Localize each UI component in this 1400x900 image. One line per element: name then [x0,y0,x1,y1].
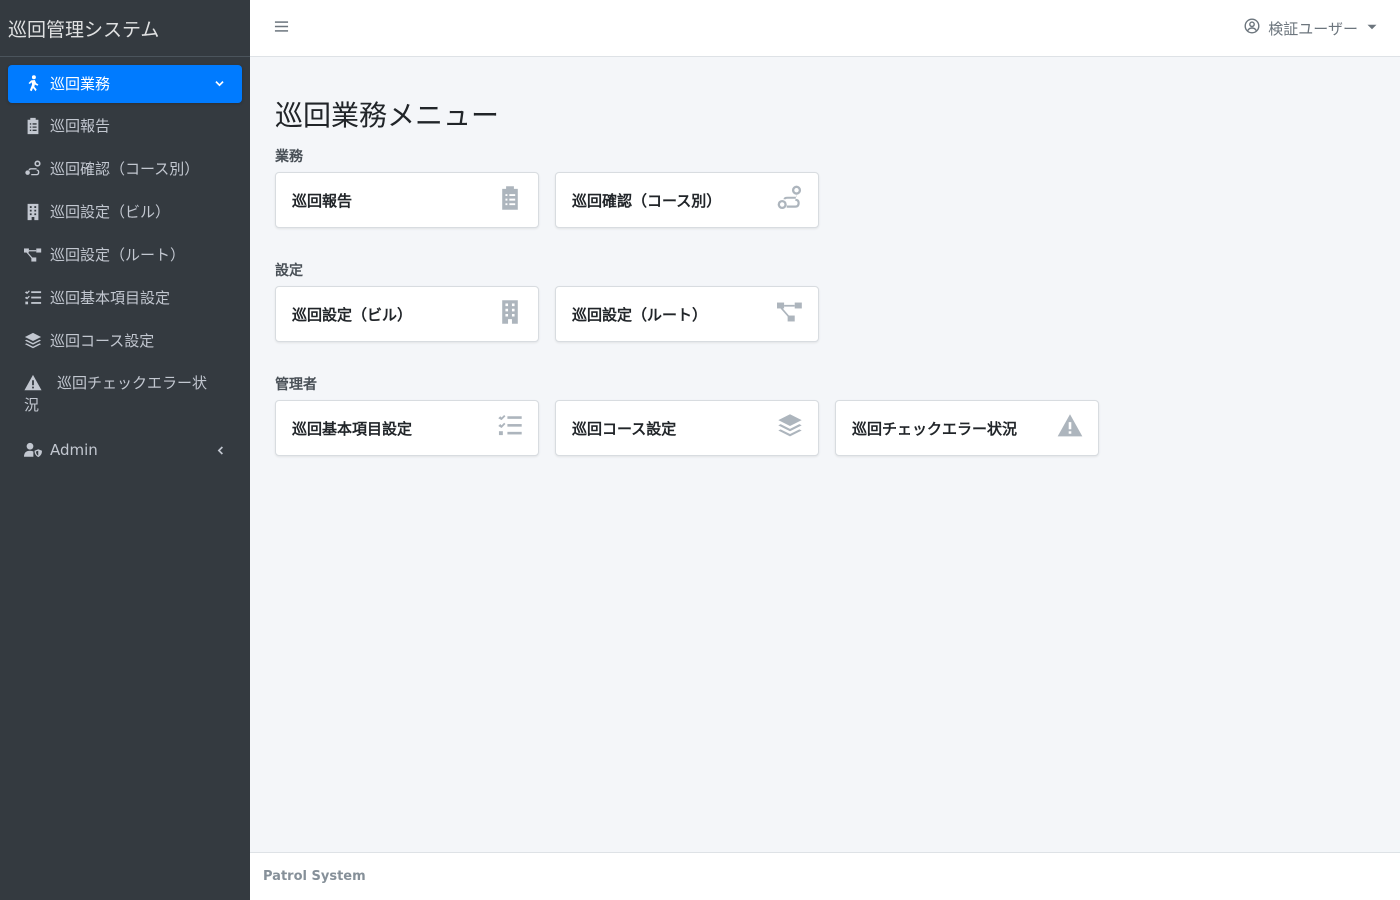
sidebar-item-label: 巡回設定（ビル） [50,203,171,221]
card-label: 巡回設定（ルート） [572,305,708,324]
route-icon [777,185,803,215]
app-title: 巡回管理システム [8,18,160,41]
card-patrol-confirm[interactable]: 巡回確認（コース別） [555,172,819,228]
project-diagram-icon [777,299,803,329]
sidebar-item-label: Admin [50,441,98,459]
sidebar-item-label: 巡回コース設定 [50,332,155,350]
project-diagram-icon [24,244,50,266]
card-patrol-route[interactable]: 巡回設定（ルート） [555,286,819,342]
tasks-icon [497,413,523,443]
warning-icon [24,372,50,394]
sidebar-item-label: 巡回確認（コース別） [50,160,200,178]
sidebar-nav: 巡回業務 巡回報告 巡回確認（コース別） 巡回設定（ビル） 巡回設定（ルート） … [0,57,250,472]
tasks-icon [24,287,50,309]
sidebar-item-patrol-route[interactable]: 巡回設定（ルート） [8,234,242,277]
card-patrol-report[interactable]: 巡回報告 [275,172,539,228]
card-label: 巡回報告 [292,191,353,210]
brand[interactable]: 巡回管理システム [0,0,250,57]
clipboard-list-icon [497,185,523,215]
footer-text: Patrol System [263,869,366,884]
sidebar-item-patrol-course[interactable]: 巡回コース設定 [8,320,242,363]
sidebar-item-patrol-basic[interactable]: 巡回基本項目設定 [8,277,242,320]
user-menu[interactable]: 検証ユーザー [1244,18,1378,39]
user-circle-icon [1244,18,1260,38]
top-navbar: 検証ユーザー [250,0,1400,57]
caret-down-icon [1366,19,1378,37]
clipboard-list-icon [24,115,50,137]
sidebar: 巡回管理システム 巡回業務 巡回報告 巡回確認（コース別） 巡回設定（ビル） 巡… [0,0,250,900]
sidebar-item-patrol-work[interactable]: 巡回業務 [8,65,242,103]
building-icon [24,201,50,223]
card-patrol-error[interactable]: 巡回チェックエラー状況 [835,400,1099,456]
sidebar-item-label: 巡回基本項目設定 [50,289,171,307]
section-title-settings: 設定 [275,263,303,279]
card-label: 巡回コース設定 [572,419,677,438]
user-name: 検証ユーザー [1268,19,1358,38]
sidebar-item-label: 巡回業務 [50,75,111,93]
section-title-admin: 管理者 [275,377,317,393]
card-group-admin: 巡回基本項目設定 巡回コース設定 巡回チェックエラー状況 [275,400,1400,456]
user-shield-icon [24,439,50,461]
sidebar-item-patrol-building[interactable]: 巡回設定（ビル） [8,191,242,234]
card-label: 巡回設定（ビル） [292,305,413,324]
card-patrol-building[interactable]: 巡回設定（ビル） [275,286,539,342]
route-icon [24,158,50,180]
page-title: 巡回業務メニュー [275,99,500,132]
sidebar-item-admin[interactable]: Admin [8,427,242,472]
building-icon [497,299,523,329]
card-label: 巡回チェックエラー状況 [852,419,1018,438]
card-label: 巡回基本項目設定 [292,419,413,438]
layer-group-icon [777,413,803,443]
warning-icon [1057,413,1083,443]
walking-icon [24,73,50,95]
chevron-left-icon [212,439,226,461]
sidebar-item-patrol-report[interactable]: 巡回報告 [8,105,242,148]
chevron-down-icon [212,73,226,95]
card-label: 巡回確認（コース別） [572,191,722,210]
sidebar-item-patrol-error[interactable]: 巡回チェックエラー状況 [8,363,242,427]
sidebar-item-label: 巡回チェックエラー状況 [24,374,208,414]
layer-group-icon [24,330,50,352]
footer: Patrol System [250,852,1400,900]
section-title-work: 業務 [275,149,303,165]
sidebar-item-label: 巡回報告 [50,117,111,135]
card-patrol-course[interactable]: 巡回コース設定 [555,400,819,456]
sidebar-item-patrol-confirm[interactable]: 巡回確認（コース別） [8,148,242,191]
hamburger-menu-icon[interactable] [274,19,289,38]
card-group-settings: 巡回設定（ビル） 巡回設定（ルート） [275,286,1400,342]
card-group-work: 巡回報告 巡回確認（コース別） [275,172,1400,228]
sidebar-item-label: 巡回設定（ルート） [50,246,186,264]
main-content: 巡回業務メニュー 業務 巡回報告 巡回確認（コース別） 設定 巡回設定（ビル） … [250,57,1400,852]
card-patrol-basic[interactable]: 巡回基本項目設定 [275,400,539,456]
